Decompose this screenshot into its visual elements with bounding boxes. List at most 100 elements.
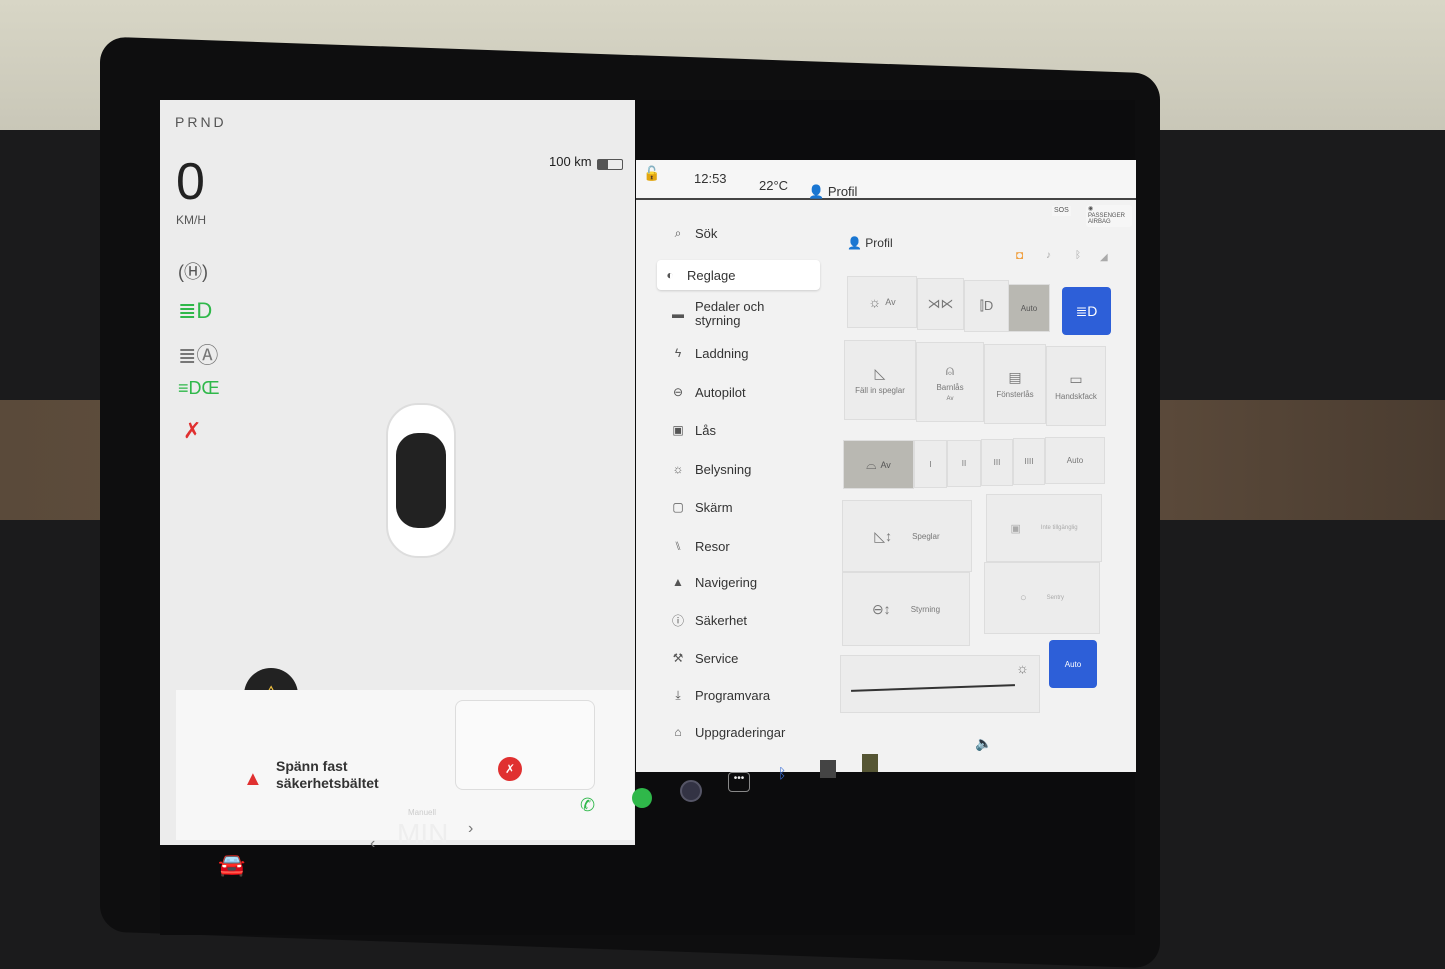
tile-label: Fäll in speglar: [855, 386, 905, 395]
window-icon: ▤: [1008, 369, 1022, 385]
menu-label: Belysning: [695, 461, 752, 477]
brightness-auto-button[interactable]: Auto: [1049, 640, 1097, 688]
car-render: [386, 403, 456, 558]
sos-badge: SOS: [1052, 206, 1071, 216]
parking-lights-icon: ⋊⋉: [927, 296, 954, 311]
sun-icon: ☼: [672, 462, 684, 476]
unavailable-tile: ▣ Inte tillgänglig: [986, 494, 1102, 562]
menu-item-display[interactable]: ▢ Skärm: [665, 492, 820, 522]
wipers-auto-button[interactable]: Auto: [1045, 437, 1105, 484]
window-lock-button[interactable]: ▤ Fönsterlås: [984, 344, 1046, 424]
wiper-speed-4[interactable]: IIII: [1013, 438, 1045, 485]
brightness-auto-label: Auto: [1064, 659, 1082, 669]
range: 100 km: [549, 154, 592, 169]
glovebox-button[interactable]: ▭ Handskfack: [1046, 346, 1106, 426]
high-beam-button[interactable]: ≣D: [1062, 287, 1111, 335]
menu-item-trips[interactable]: ⑊ Resor: [665, 531, 820, 561]
dashcam-icon: ▣: [1010, 522, 1021, 535]
mirror-icon: ◺: [874, 365, 886, 381]
tile-label: Fönsterlås: [996, 390, 1034, 399]
low-beam-button[interactable]: ⫿D: [964, 280, 1009, 332]
brightness-icon: ☼: [1016, 660, 1029, 676]
tile-label: Handskfack: [1055, 392, 1097, 401]
low-beam-icon: ⫿D: [979, 298, 994, 313]
menu-item-software[interactable]: ⤓ Programvara: [665, 680, 820, 710]
lights-off-button[interactable]: ☼ Av: [847, 276, 917, 328]
menu-item-service[interactable]: ⚒ Service: [665, 643, 820, 673]
phone-icon[interactable]: ✆: [580, 795, 595, 816]
bluetooth-icon[interactable]: ᛒ: [778, 765, 786, 781]
menu-item-controls[interactable]: ◐ Reglage: [657, 260, 820, 290]
tile-label: Inte tillgänglig: [1040, 525, 1078, 531]
gear-indicator: PRND: [175, 114, 227, 130]
camera-icon[interactable]: [680, 780, 702, 802]
menu-label: Reglage: [687, 267, 736, 283]
trips-icon: ⑊: [674, 539, 682, 553]
wiper-speed-label: I: [929, 459, 932, 469]
tile-label: Speglar: [912, 531, 940, 541]
menu-item-charging[interactable]: ϟ Laddning: [665, 338, 820, 368]
profile-label: Profil: [865, 236, 893, 250]
seat-map: [455, 700, 595, 790]
fan-decrease[interactable]: ‹: [370, 835, 375, 853]
spotify-icon[interactable]: [632, 788, 652, 808]
toybox-icon[interactable]: [862, 754, 878, 772]
calendar-icon[interactable]: [820, 760, 836, 778]
lights-auto-button[interactable]: Auto: [1008, 284, 1050, 332]
brightness-track: [851, 684, 1015, 692]
bolt-icon: ϟ: [674, 346, 682, 360]
menu-item-locks[interactable]: ▣ Lås: [665, 415, 820, 445]
airbag-icon: ◉: [1088, 206, 1094, 212]
wiper-speed-2[interactable]: II: [947, 440, 981, 487]
steering-wheel-icon: ⊖: [672, 385, 684, 399]
car-icon[interactable]: 🚘: [218, 852, 245, 878]
controls-profile[interactable]: 👤 Profil: [847, 236, 893, 250]
wiper-speed-1[interactable]: I: [914, 440, 947, 488]
menu-item-safety[interactable]: ⓘ Säkerhet: [665, 605, 820, 635]
wipers-off-button[interactable]: ⌓ Av: [843, 440, 914, 489]
menu-item-pedals[interactable]: ▬ Pedaler och styrning: [665, 298, 820, 330]
clock: 12:53: [694, 171, 727, 186]
menu-item-upgrades[interactable]: ⌂ Uppgraderingar: [665, 717, 820, 747]
menu-item-navigation[interactable]: ▲ Navigering: [665, 567, 820, 597]
sun-icon: ☼: [868, 294, 882, 310]
lock-icon[interactable]: 🔓: [643, 165, 660, 182]
menu-item-search[interactable]: ⌕ Sök: [665, 218, 820, 248]
lights-off-label: Av: [885, 297, 896, 307]
wiper-speed-label: III: [993, 458, 1001, 467]
fan-increase[interactable]: ›: [468, 820, 473, 838]
menu-label: Sök: [695, 225, 718, 241]
adjust-mirrors-button[interactable]: ◺↕ Speglar: [842, 500, 972, 572]
speed: 0: [176, 153, 205, 211]
menu-label: Service: [695, 650, 739, 666]
menu-item-lighting[interactable]: ☼ Belysning: [665, 454, 820, 484]
bag-icon: ⌂: [674, 725, 682, 739]
parking-lights-button[interactable]: ⋊⋉: [917, 278, 964, 330]
toggle-icon: ◐: [666, 268, 674, 282]
menu-item-autopilot[interactable]: ⊖ Autopilot: [665, 377, 820, 407]
fan-speed[interactable]: MIN: [397, 818, 448, 850]
menu-label: Laddning: [695, 345, 749, 361]
seatbelt-warning-icon: ✗: [183, 418, 202, 443]
adjust-steering-button[interactable]: ⊖↕ Styrning: [842, 572, 970, 646]
wiper-speed-3[interactable]: III: [981, 439, 1013, 486]
sentry-button[interactable]: ○ Sentry: [984, 562, 1100, 634]
mirror-adjust-icon: ◺↕: [874, 527, 893, 544]
temperature: 22°C: [759, 178, 789, 193]
alert-line1: Spänn fast: [276, 758, 348, 774]
battery-icon: [597, 159, 623, 170]
volume-icon[interactable]: 🔈: [975, 735, 992, 752]
fold-mirrors-button[interactable]: ◺ Fäll in speglar: [844, 340, 916, 420]
car-icon: ▬: [672, 307, 684, 321]
menu-label: Programvara: [695, 687, 771, 703]
high-beam-icon: ≣D: [1075, 302, 1098, 319]
brightness-slider[interactable]: ☼: [840, 655, 1040, 713]
menu-label: Säkerhet: [695, 612, 748, 628]
more-apps-icon[interactable]: •••: [728, 772, 750, 792]
search-icon: ⌕: [674, 225, 682, 240]
menu-label: Autopilot: [695, 384, 746, 400]
auto-high-beam-icon: ≣Ⓐ: [178, 343, 219, 368]
menu-label: Lås: [695, 422, 716, 438]
profile-link[interactable]: 👤 Profil: [808, 184, 857, 200]
child-lock-button[interactable]: ⍝ Barnlås Av: [916, 342, 984, 422]
